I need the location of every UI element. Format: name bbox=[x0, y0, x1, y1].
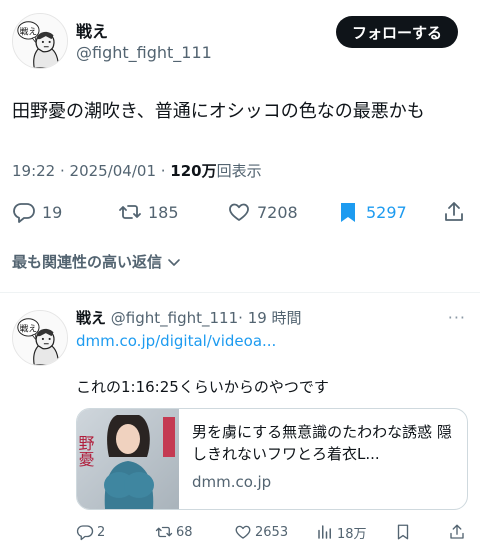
reply-author-handle[interactable]: @fight_fight_111 bbox=[111, 309, 238, 327]
reply-button[interactable]: 19 bbox=[12, 198, 62, 226]
views-label: 回表示 bbox=[216, 162, 262, 180]
tweet-text: 田野憂の潮吹き、普通にオシッコの色なの最悪かも bbox=[12, 101, 425, 122]
chevron-down-icon bbox=[168, 258, 180, 266]
like-button[interactable]: 7208 bbox=[227, 198, 298, 226]
reply-text: これの1:16:25くらいからのやつです bbox=[76, 378, 329, 396]
retweet-button[interactable]: 185 bbox=[118, 198, 179, 226]
views-count: 120万 bbox=[170, 162, 217, 180]
reply-count: 19 bbox=[42, 202, 63, 222]
reply-share-button[interactable] bbox=[448, 521, 466, 543]
bookmark-icon bbox=[397, 524, 409, 540]
link-preview-card[interactable]: 野憂 男を虜にする無意識のたわわな誘惑 隠しきれないフワとろ着衣L... dmm… bbox=[76, 408, 468, 510]
reply-retweet-button[interactable]: 68 bbox=[155, 521, 193, 543]
reply-bookmark-button[interactable] bbox=[394, 521, 412, 543]
reply-icon bbox=[13, 203, 35, 223]
follow-button[interactable]: フォローする bbox=[335, 16, 458, 48]
reply-link[interactable]: dmm.co.jp/digital/videoa... bbox=[76, 332, 276, 350]
author-handle[interactable]: @fight_fight_111 bbox=[76, 43, 212, 62]
share-icon bbox=[450, 524, 464, 539]
views-icon bbox=[318, 525, 331, 539]
like-count: 7208 bbox=[257, 202, 298, 222]
share-button[interactable] bbox=[442, 198, 466, 226]
divider bbox=[0, 292, 480, 293]
tweet-time[interactable]: 19:22 · 2025/04/01 · bbox=[12, 162, 170, 180]
retweet-icon bbox=[155, 526, 173, 538]
author-name[interactable]: 戦え bbox=[76, 18, 108, 42]
reply-icon bbox=[76, 525, 94, 541]
card-thumbnail-title: 野憂 bbox=[77, 435, 95, 467]
card-thumbnail-image: 野憂 bbox=[77, 409, 179, 509]
reply-author-name[interactable]: 戦え bbox=[76, 309, 106, 327]
reply-time[interactable]: · 19 時間 bbox=[238, 309, 301, 327]
reply-header: 戦え @fight_fight_111· 19 時間 bbox=[76, 307, 302, 328]
card-domain: dmm.co.jp bbox=[192, 473, 272, 491]
retweet-icon bbox=[119, 205, 141, 219]
tweet-actions: 19 185 7208 5297 bbox=[12, 198, 466, 226]
avatar-speech-text: 戦え bbox=[20, 322, 37, 334]
bookmark-button[interactable]: 5297 bbox=[336, 198, 407, 226]
card-thumbnail: 野憂 bbox=[77, 409, 179, 509]
reply-like-count: 2653 bbox=[255, 524, 289, 540]
reply-reply-button[interactable]: 2 bbox=[76, 521, 105, 543]
bookmark-count: 5297 bbox=[366, 202, 407, 222]
like-icon bbox=[235, 525, 251, 539]
reply-actions: 2 68 2653 18万 bbox=[76, 521, 466, 543]
share-icon bbox=[445, 202, 463, 221]
reply-like-button[interactable]: 2653 bbox=[234, 521, 288, 543]
avatar-speech-text: 戦え bbox=[20, 25, 37, 37]
avatar-illustration-icon: 戦え bbox=[13, 311, 67, 365]
reply-retweet-count: 68 bbox=[176, 524, 193, 540]
reply-avatar[interactable]: 戦え bbox=[12, 310, 68, 366]
card-title: 男を虜にする無意識のたわわな誘惑 隠しきれないフワとろ着衣L... bbox=[192, 423, 452, 463]
reply-views-count: 18万 bbox=[337, 526, 367, 542]
bookmark-icon bbox=[341, 203, 355, 222]
avatar[interactable]: 戦え bbox=[12, 13, 68, 69]
avatar-illustration-icon: 戦え bbox=[13, 14, 67, 68]
reply-sort-label: 最も関連性の高い返信 bbox=[12, 253, 163, 271]
like-icon bbox=[229, 203, 249, 221]
reply-views-button[interactable]: 18万 bbox=[316, 521, 367, 543]
more-options-icon[interactable]: ··· bbox=[448, 308, 466, 327]
tweet-meta: 19:22 · 2025/04/01 · 120万回表示 bbox=[12, 160, 262, 181]
retweet-count: 185 bbox=[148, 202, 179, 222]
reply-reply-count: 2 bbox=[97, 524, 106, 540]
reply-sort-dropdown[interactable]: 最も関連性の高い返信 bbox=[12, 251, 182, 272]
